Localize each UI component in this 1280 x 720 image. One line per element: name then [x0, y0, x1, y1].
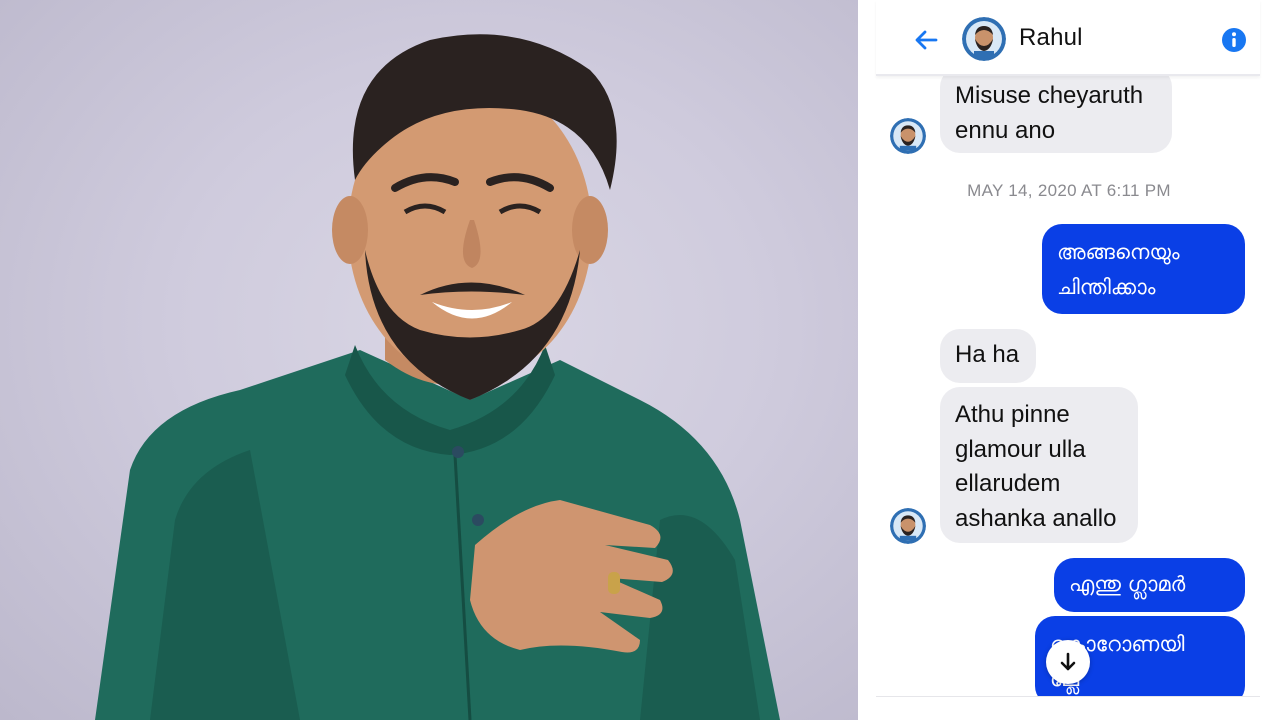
- chat-header: Rahul: [876, 0, 1260, 76]
- incoming-message[interactable]: Athu pinne glamour ulla ellarudem ashank…: [940, 387, 1138, 543]
- outgoing-message[interactable]: എന്തു ഗ്ലാമർ: [1054, 558, 1245, 612]
- incoming-message[interactable]: Misuse cheyaruth ennu ano: [940, 67, 1172, 153]
- message-line: Misuse cheyaruth: [955, 82, 1144, 109]
- message-line: ennu ano: [955, 116, 1056, 144]
- contact-avatar[interactable]: [962, 17, 1006, 61]
- outgoing-message[interactable]: അങ്ങനെയും ചിന്തിക്കാം: [1042, 224, 1245, 314]
- composer-bar: [876, 696, 1260, 720]
- info-icon[interactable]: [1220, 26, 1248, 54]
- man-portrait-illustration: [95, 34, 780, 720]
- chat-panel: Rahul Misuse cheyaruth ennu ano MAY 14, …: [858, 0, 1280, 720]
- scroll-to-bottom-button[interactable]: [1046, 640, 1090, 684]
- incoming-message[interactable]: Ha ha: [940, 329, 1036, 383]
- message-timestamp: MAY 14, 2020 AT 6:11 PM: [967, 181, 1171, 200]
- message-line: എന്തു ഗ്ലാമർ: [1069, 572, 1186, 596]
- message-line: glamour ulla: [955, 435, 1086, 463]
- message-line: ചിന്തിക്കാം: [1057, 274, 1156, 299]
- arrow-left-icon[interactable]: [912, 26, 940, 54]
- message-line: Athu pinne: [955, 401, 1070, 428]
- contact-name[interactable]: Rahul: [1019, 24, 1083, 52]
- message-line: ashanka anallo: [955, 504, 1117, 532]
- message-line: അങ്ങനെയും: [1057, 240, 1180, 264]
- arrow-down-icon: [1060, 652, 1076, 671]
- sender-avatar[interactable]: [890, 118, 926, 154]
- portrait-photo: [0, 0, 858, 720]
- message-line: Ha ha: [955, 341, 1020, 368]
- sender-avatar[interactable]: [890, 508, 926, 544]
- message-line: ellarudem: [955, 470, 1061, 497]
